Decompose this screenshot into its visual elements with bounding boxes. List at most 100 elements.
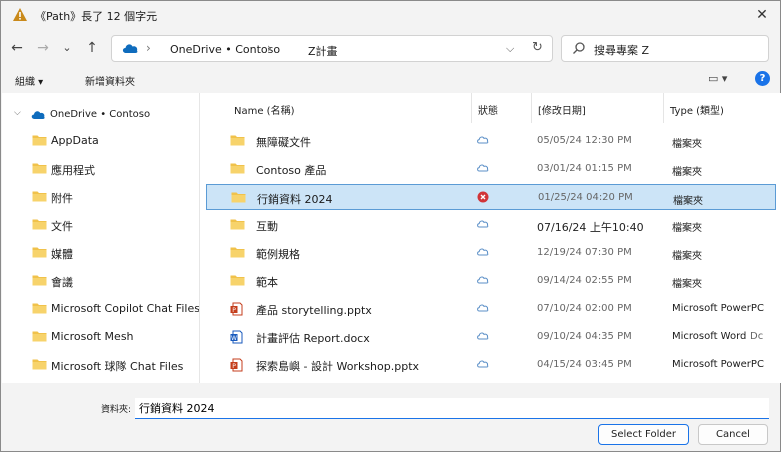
sidebar-item-label: 文件 bbox=[51, 220, 73, 233]
pptx-icon: P bbox=[230, 302, 243, 319]
sidebar-item-onedrive[interactable]: ⌵ OneDrive • Contoso bbox=[2, 105, 199, 125]
sidebar-item[interactable]: 會議 bbox=[2, 271, 199, 291]
select-folder-button[interactable]: Select Folder bbox=[598, 424, 689, 445]
cancel-button[interactable]: Cancel bbox=[698, 424, 768, 445]
file-date-modified: 12/19/24 07:30 PM bbox=[537, 247, 632, 258]
file-list-row[interactable]: Contoso 產品 03/01/24 01:15 PM 檔案夾 bbox=[206, 156, 776, 182]
file-name: 產品 storytelling.pptx bbox=[256, 304, 372, 317]
organize-menu-button[interactable]: 組織 ▾ bbox=[15, 73, 43, 88]
sidebar-item-label: Microsoft Mesh bbox=[51, 330, 134, 343]
folder-icon bbox=[230, 218, 245, 233]
file-type-overflow: Dc bbox=[750, 331, 764, 342]
sidebar-item-label: 應用程式 bbox=[51, 164, 95, 177]
file-list-row[interactable]: P 探索島嶼 - 設計 Workshop.pptx 04/15/24 03:45 P… bbox=[206, 352, 776, 378]
file-list-row[interactable]: 範本 09/14/24 02:55 PM 檔案夾 bbox=[206, 268, 776, 294]
file-list-row[interactable]: 行銷資料 2024 01/25/24 04:20 PM 檔案夾 bbox=[206, 184, 776, 210]
file-name: 互動 bbox=[256, 220, 278, 233]
docx-icon: W bbox=[230, 330, 243, 347]
back-arrow-icon[interactable]: ← bbox=[7, 39, 27, 57]
dialog-title: 《Path》長了 12 個字元 bbox=[35, 10, 158, 23]
folder-picker-dialog: 《Path》長了 12 個字元 ✕ ← → ⌄ ↑ › OneDrive • C… bbox=[0, 0, 781, 452]
sync-error-icon bbox=[477, 191, 489, 206]
file-name: 範本 bbox=[256, 276, 278, 289]
file-type: 檔案夾 bbox=[672, 251, 702, 262]
file-type: 檔案夾 bbox=[672, 279, 702, 290]
breadcrumb-separator-icon: › bbox=[146, 41, 151, 55]
cloud-status-icon bbox=[476, 274, 489, 287]
file-date-modified: 04/15/24 03:45 PM bbox=[537, 359, 632, 370]
file-type: Microsoft PowerPC bbox=[672, 359, 764, 370]
forward-arrow-icon[interactable]: → bbox=[33, 39, 53, 57]
view-options-button[interactable]: ▭ ▾ bbox=[708, 72, 727, 85]
folder-icon bbox=[32, 162, 47, 177]
search-box[interactable]: 搜尋專案 Z bbox=[561, 35, 769, 62]
file-date-modified: 01/25/24 04:20 PM bbox=[538, 192, 633, 203]
column-header-date[interactable]: [修改日期] bbox=[538, 102, 586, 117]
folder-icon bbox=[231, 191, 246, 206]
sidebar-item[interactable]: Microsoft Mesh bbox=[2, 327, 199, 347]
file-date-modified: 05/05/24 12:30 PM bbox=[537, 135, 632, 146]
file-list-row[interactable]: P 產品 storytelling.pptx 07/10/24 02:00 PM Mi… bbox=[206, 296, 776, 322]
file-name: 探索島嶼 - 設計 Workshop.pptx bbox=[256, 360, 420, 373]
file-type: 檔案夾 bbox=[672, 167, 702, 178]
search-text: 搜尋專案 Z bbox=[594, 44, 650, 57]
folder-icon bbox=[32, 330, 47, 345]
file-name: 計畫評估 Report.docx bbox=[256, 332, 370, 345]
file-date-modified: 09/14/24 02:55 PM bbox=[537, 275, 632, 286]
recent-locations-chevron-icon[interactable]: ⌄ bbox=[57, 39, 77, 57]
folder-icon bbox=[32, 134, 47, 149]
title-bar: 《Path》長了 12 個字元 ✕ bbox=[1, 1, 780, 29]
sidebar-item[interactable]: Microsoft 球隊 Chat Files bbox=[2, 355, 199, 375]
file-type: 檔案夾 bbox=[673, 196, 703, 207]
pane-divider[interactable] bbox=[199, 93, 200, 383]
column-divider[interactable] bbox=[471, 93, 472, 123]
column-header-name[interactable]: Name (名稱) bbox=[234, 102, 294, 117]
sidebar-item[interactable]: 媒體 bbox=[2, 243, 199, 263]
new-folder-button[interactable]: 新增資料夾 bbox=[85, 73, 135, 88]
navigation-pane: ⌵ OneDrive • Contoso AppData 應用程式附件文件媒體會議… bbox=[2, 93, 200, 383]
file-name: 行銷資料 2024 bbox=[257, 193, 333, 206]
file-date-modified: 03/01/24 01:15 PM bbox=[537, 163, 632, 174]
folder-icon bbox=[230, 134, 245, 149]
sidebar-item[interactable]: AppData bbox=[2, 131, 199, 151]
folder-icon bbox=[32, 218, 47, 233]
sidebar-item-label: Microsoft 球隊 Chat Files bbox=[51, 360, 184, 373]
up-arrow-icon[interactable]: ↑ bbox=[82, 39, 102, 57]
file-type: 檔案夾 bbox=[672, 139, 702, 150]
sidebar-item[interactable]: 文件 bbox=[2, 215, 199, 235]
onedrive-cloud-icon bbox=[30, 109, 46, 123]
help-icon[interactable]: ? bbox=[755, 71, 770, 86]
column-header-status[interactable]: 狀態 bbox=[478, 102, 498, 117]
svg-text:W: W bbox=[231, 335, 237, 342]
sidebar-item[interactable]: Microsoft Copilot Chat Files bbox=[2, 299, 200, 319]
breadcrumb-project-z[interactable]: Z計畫 bbox=[308, 43, 338, 59]
file-list-row[interactable]: 範例規格 12/19/24 07:30 PM 檔案夾 bbox=[206, 240, 776, 266]
sidebar-item-label: 附件 bbox=[51, 192, 73, 205]
folder-icon bbox=[32, 190, 47, 205]
sidebar-item-label: 媒體 bbox=[51, 248, 73, 261]
cloud-status-icon bbox=[476, 358, 489, 371]
sidebar-item-label: OneDrive • Contoso bbox=[50, 109, 151, 120]
file-list-row[interactable]: 無障礙文件 05/05/24 12:30 PM 檔案夾 bbox=[206, 128, 776, 154]
address-dropdown-chevron-icon[interactable]: ⌵ bbox=[506, 42, 514, 56]
close-icon[interactable]: ✕ bbox=[753, 6, 771, 24]
folder-icon bbox=[32, 358, 47, 373]
refresh-icon[interactable]: ↻ bbox=[532, 40, 543, 55]
folder-icon bbox=[230, 246, 245, 261]
expand-chevron-icon[interactable]: ⌵ bbox=[14, 108, 21, 118]
warning-icon bbox=[12, 7, 28, 22]
pptx-icon: P bbox=[230, 358, 243, 375]
breadcrumb-onedrive[interactable]: OneDrive • Contoso bbox=[170, 43, 280, 56]
address-bar[interactable]: › OneDrive • Contoso › Z計畫 ⌵ ↻ bbox=[111, 35, 553, 62]
sidebar-item[interactable]: 應用程式 bbox=[2, 159, 199, 179]
sidebar-item[interactable]: 附件 bbox=[2, 187, 199, 207]
column-divider[interactable] bbox=[531, 93, 532, 123]
column-header-type[interactable]: Type (類型) bbox=[670, 102, 724, 117]
column-divider[interactable] bbox=[663, 93, 664, 123]
folder-icon bbox=[230, 274, 245, 289]
onedrive-cloud-icon bbox=[121, 42, 139, 57]
file-list-row[interactable]: 互動 07/16/24 上午10:40 檔案夾 bbox=[206, 212, 776, 238]
folder-name-input[interactable] bbox=[135, 398, 769, 419]
file-type: Microsoft PowerPC bbox=[672, 303, 764, 314]
file-list-row[interactable]: W 計畫評估 Report.docx 09/10/24 04:35 PM Micros… bbox=[206, 324, 776, 350]
